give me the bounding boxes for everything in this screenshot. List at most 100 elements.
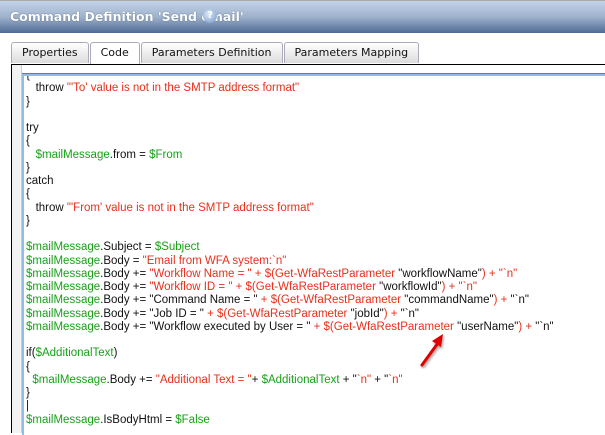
- code-line: $mailMessage.Body += "Workflow ID = " + …: [26, 281, 554, 294]
- tab-properties[interactable]: Properties: [11, 42, 89, 63]
- code-line: }: [26, 162, 554, 175]
- tab-parameters-mapping[interactable]: Parameters Mapping: [283, 42, 420, 63]
- code-line: $mailMessage.Body += "Workflow executed …: [26, 321, 554, 334]
- code-token: $mailMessage: [26, 241, 101, 254]
- code-line: {: [26, 188, 554, 201]
- code-token: $mailMessage: [26, 413, 101, 426]
- code-token: $mailMessage: [26, 267, 101, 280]
- code-token: ) +: [493, 294, 511, 307]
- code-token: {: [26, 188, 30, 201]
- code-token: $mailMessage: [32, 373, 107, 386]
- code-token: .Subject =: [100, 241, 155, 254]
- code-line: $mailMessage.IsBodyHtml = $False: [26, 414, 554, 427]
- code-token: $mailMessage: [26, 254, 101, 267]
- code-token: }: [26, 95, 30, 108]
- code-token: $AdditionalText: [261, 373, 340, 386]
- code-line: }: [26, 96, 554, 109]
- code-token: "`n": [535, 320, 554, 333]
- code-token: try: [26, 122, 39, 134]
- code-token: .Body += "Command Name = ": [100, 294, 261, 307]
- code-token: $mailMessage: [26, 281, 101, 293]
- code-token: `n": [388, 373, 403, 386]
- tab-code[interactable]: Code: [89, 42, 140, 65]
- tab-bar: Properties Code Parameters Definition Pa…: [11, 42, 420, 65]
- code-text[interactable]: { throw "'To' value is not in the SMTP a…: [26, 74, 554, 427]
- code-line: if($AdditionalText): [26, 347, 554, 360]
- code-token: $mailMessage: [35, 148, 110, 161]
- code-line: }: [26, 215, 554, 228]
- code-token: throw: [26, 201, 67, 214]
- code-line: }: [26, 387, 554, 400]
- code-token: ): [113, 347, 118, 360]
- code-token: "'From' value is not in the SMTP address…: [66, 201, 314, 214]
- code-line: $mailMessage.from = $From: [26, 149, 554, 162]
- code-token: }: [26, 387, 30, 399]
- code-line: $mailMessage.Body = "Email from WFA syst…: [26, 255, 554, 268]
- code-token: .Body =: [100, 254, 143, 267]
- code-token: "`n": [400, 307, 420, 320]
- code-line: {: [26, 135, 554, 148]
- code-token: .Body += "Job ID = ": [100, 307, 208, 320]
- code-token: .Body +=: [100, 267, 150, 280]
- code-token: .Body +=: [106, 373, 156, 386]
- code-line: $mailMessage.Subject = $Subject: [26, 241, 554, 254]
- code-token: "Additional Text = ": [155, 373, 252, 386]
- code-token: .Body += "Workflow executed by User = ": [100, 320, 314, 333]
- code-token: }: [26, 161, 30, 174]
- code-token: ) +: [518, 320, 536, 333]
- code-token: ) +: [383, 307, 401, 320]
- code-token: "userName": [457, 320, 519, 333]
- code-token: .IsBodyHtml =: [100, 413, 176, 426]
- code-token: catch: [26, 175, 54, 187]
- code-token: "'To' value is not in the SMTP address f…: [66, 82, 300, 95]
- code-token: $mailMessage: [26, 320, 101, 333]
- code-token: throw: [26, 82, 67, 95]
- code-token: + ": [371, 373, 389, 386]
- code-editor[interactable]: { throw "'To' value is not in the SMTP a…: [22, 74, 605, 435]
- code-line: throw "'From' value is not in the SMTP a…: [26, 202, 554, 215]
- code-token: +: [251, 373, 262, 386]
- help-icon[interactable]: ?: [203, 9, 217, 23]
- code-line: catch: [26, 175, 554, 188]
- tab-parameters-definition[interactable]: Parameters Definition: [140, 42, 283, 63]
- code-token: "workflowId": [379, 281, 442, 293]
- code-token: `n": [356, 373, 372, 386]
- code-line: |: [26, 400, 554, 413]
- code-line: $mailMessage.Body += "Command Name = " +…: [26, 294, 554, 307]
- code-token: {: [26, 74, 30, 81]
- code-token: $AdditionalText: [35, 347, 114, 360]
- code-token: $mailMessage: [26, 307, 101, 320]
- code-line: try: [26, 122, 554, 135]
- code-token: "jobId": [350, 307, 384, 320]
- code-token: "Email from WFA system:`n": [142, 254, 287, 267]
- code-line: $mailMessage.Body += "Additional Text = …: [26, 374, 554, 387]
- code-token: "commandName": [404, 294, 494, 307]
- code-line: throw "'To' value is not in the SMTP add…: [26, 82, 554, 95]
- code-line: $mailMessage.Body += "Job ID = " + $(Get…: [26, 308, 554, 321]
- code-token: + $(Get-WfaRestParameter: [260, 294, 405, 307]
- code-line: {: [26, 74, 554, 82]
- code-token: "Workflow ID = " + $(Get-WfaRestParamete…: [149, 281, 380, 293]
- code-token: "`n": [510, 294, 529, 307]
- editor-gutter: [12, 65, 22, 433]
- code-line: $mailMessage.Body += "Workflow Name = " …: [26, 268, 554, 281]
- code-token: {: [26, 360, 30, 373]
- code-token: + $(Get-WfaRestParameter: [207, 307, 351, 320]
- code-line: {: [26, 361, 554, 374]
- code-token: .from =: [109, 148, 150, 161]
- code-token: if(: [26, 347, 36, 360]
- code-token: "workflowName": [398, 267, 482, 280]
- code-token: $Subject: [154, 241, 200, 254]
- code-token: .Body +=: [100, 281, 150, 293]
- dialog-title-bar: Command Definition 'Send email' ?: [0, 0, 605, 33]
- code-token: $mailMessage: [26, 294, 101, 307]
- red-arrow-annotation: [420, 334, 443, 367]
- code-token: ) + "`n": [441, 281, 477, 293]
- code-panel: { throw "'To' value is not in the SMTP a…: [11, 64, 605, 435]
- code-token: $False: [175, 413, 210, 426]
- code-token: $From: [149, 148, 183, 161]
